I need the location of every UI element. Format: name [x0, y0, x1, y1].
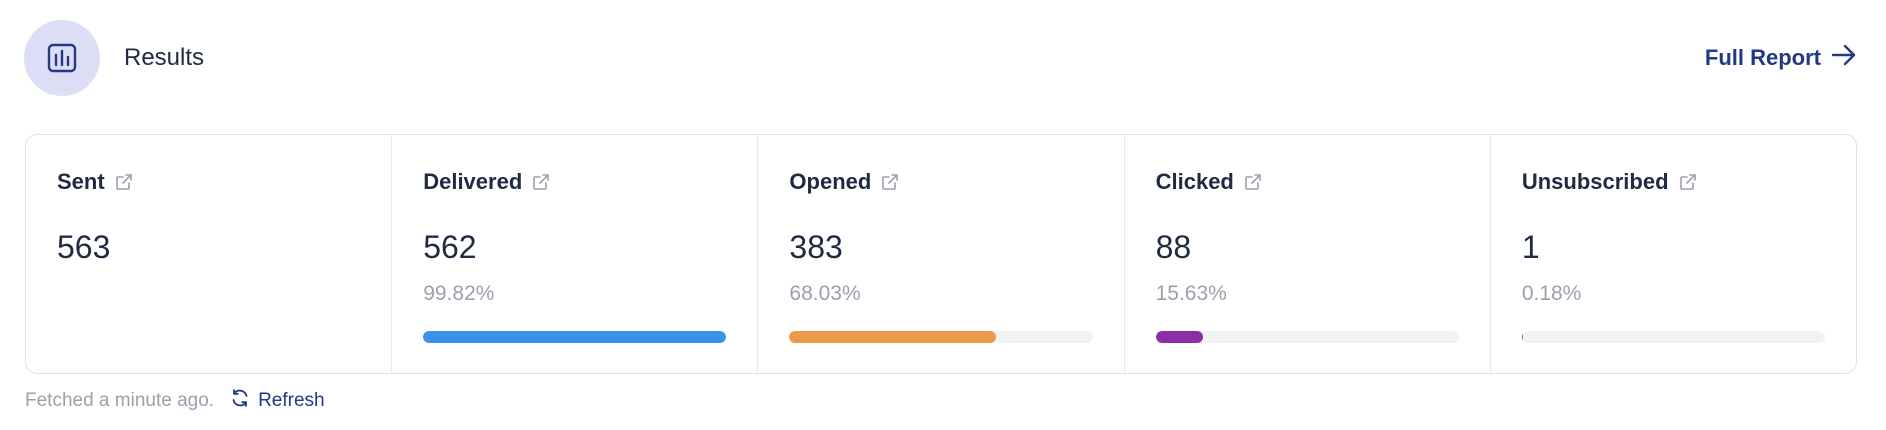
stat-percent: 0.18%	[1521, 282, 1582, 305]
stat-value: 562	[423, 229, 477, 265]
progress-bar-fill	[1521, 331, 1523, 343]
refresh-button[interactable]: Refresh	[230, 388, 325, 414]
page-title: Results	[124, 44, 205, 71]
results-footer: Fetched a minute ago. Refresh	[25, 388, 325, 414]
progress-bar-fill	[789, 331, 996, 343]
stat-label: Clicked	[1155, 169, 1234, 194]
stat-value: 88	[1155, 229, 1192, 265]
full-report-link[interactable]: Full Report	[1705, 44, 1857, 72]
refresh-label: Refresh	[258, 390, 325, 411]
stat-unsubscribed: Unsubscribed 1 0.18%	[1489, 135, 1856, 373]
stat-unsubscribed-label-row: Unsubscribed	[1522, 169, 1825, 195]
stat-label: Sent	[57, 169, 105, 194]
progress-bar	[789, 331, 1093, 343]
progress-bar	[1155, 331, 1459, 343]
refresh-icon	[230, 388, 250, 414]
stat-delivered-label-row: Delivered	[423, 169, 726, 195]
stats-card: Sent 563 Delivered 562 99.82% Opened 383…	[25, 134, 1857, 374]
stat-percent: 68.03%	[789, 282, 861, 305]
stat-opened-label-row: Opened	[789, 169, 1092, 195]
stat-value: 1	[1521, 229, 1540, 265]
stat-value: 383	[789, 229, 843, 265]
stat-delivered: Delivered 562 99.82%	[391, 135, 757, 373]
progress-bar	[423, 331, 727, 343]
stat-sent-label-row: Sent	[57, 169, 360, 195]
stat-clicked-label-row: Clicked	[1156, 169, 1459, 195]
stat-opened: Opened 383 68.03%	[757, 135, 1123, 373]
progress-bar	[1521, 331, 1826, 343]
stat-sent: Sent 563	[26, 135, 391, 373]
stat-label: Unsubscribed	[1521, 169, 1669, 194]
external-link-icon[interactable]	[881, 173, 899, 191]
stat-percent: 15.63%	[1155, 282, 1227, 305]
bar-chart-icon	[24, 20, 100, 96]
arrow-right-icon	[1831, 44, 1857, 72]
fetched-status: Fetched a minute ago.	[25, 390, 215, 411]
full-report-label: Full Report	[1704, 45, 1821, 70]
stat-percent: 99.82%	[423, 282, 495, 305]
external-link-icon[interactable]	[115, 173, 133, 191]
stat-label: Delivered	[423, 169, 523, 194]
stat-label: Opened	[789, 169, 872, 194]
external-link-icon[interactable]	[532, 173, 550, 191]
progress-bar-fill	[423, 331, 726, 343]
progress-bar-fill	[1155, 331, 1203, 343]
results-header: Results Full Report	[24, 20, 1857, 96]
external-link-icon[interactable]	[1244, 173, 1262, 191]
external-link-icon[interactable]	[1679, 173, 1697, 191]
results-header-left: Results	[24, 20, 204, 96]
stat-clicked: Clicked 88 15.63%	[1123, 135, 1490, 373]
stat-value: 563	[57, 229, 111, 265]
